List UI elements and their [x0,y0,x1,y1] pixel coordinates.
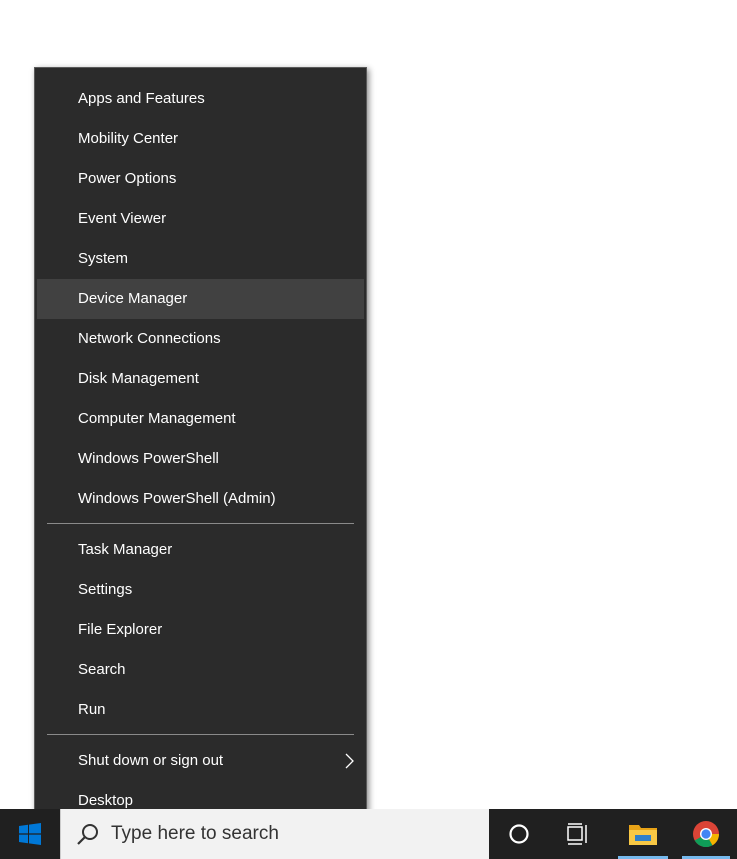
menu-item-search[interactable]: Search [37,650,364,690]
menu-item-settings[interactable]: Settings [37,570,364,610]
chevron-right-icon [345,753,354,769]
cortana-icon [509,824,529,844]
task-view-icon [567,823,587,845]
menu-item-device-manager[interactable]: Device Manager [37,279,364,319]
taskbar: Type here to search [0,809,737,859]
taskbar-search-box[interactable]: Type here to search [60,809,489,859]
menu-item-apps-and-features[interactable]: Apps and Features [37,79,364,119]
chrome-taskbar-button[interactable] [676,809,736,859]
cortana-button[interactable] [489,809,549,859]
file-explorer-icon [629,825,657,845]
windows-logo-icon [19,823,41,845]
menu-item-label: Shut down or sign out [78,752,224,769]
menu-item-system[interactable]: System [37,239,364,279]
menu-item-power-options[interactable]: Power Options [37,159,364,199]
search-icon [77,824,98,845]
menu-item-windows-powershell[interactable]: Windows PowerShell [37,439,364,479]
winx-context-menu: Apps and Features Mobility Center Power … [34,67,367,830]
menu-item-shut-down-or-sign-out[interactable]: Shut down or sign out [37,741,364,781]
search-placeholder: Type here to search [111,823,279,844]
menu-item-windows-powershell-admin[interactable]: Windows PowerShell (Admin) [37,479,364,519]
menu-item-file-explorer[interactable]: File Explorer [37,610,364,650]
menu-item-computer-management[interactable]: Computer Management [37,399,364,439]
menu-item-run[interactable]: Run [37,690,364,730]
menu-item-network-connections[interactable]: Network Connections [37,319,364,359]
menu-separator [47,523,354,524]
menu-item-event-viewer[interactable]: Event Viewer [37,199,364,239]
menu-item-task-manager[interactable]: Task Manager [37,530,364,570]
menu-separator [47,734,354,735]
start-button[interactable] [0,809,60,859]
menu-item-disk-management[interactable]: Disk Management [37,359,364,399]
file-explorer-taskbar-button[interactable] [612,809,674,859]
menu-item-mobility-center[interactable]: Mobility Center [37,119,364,159]
task-view-button[interactable] [549,809,609,859]
chrome-icon [693,821,720,848]
